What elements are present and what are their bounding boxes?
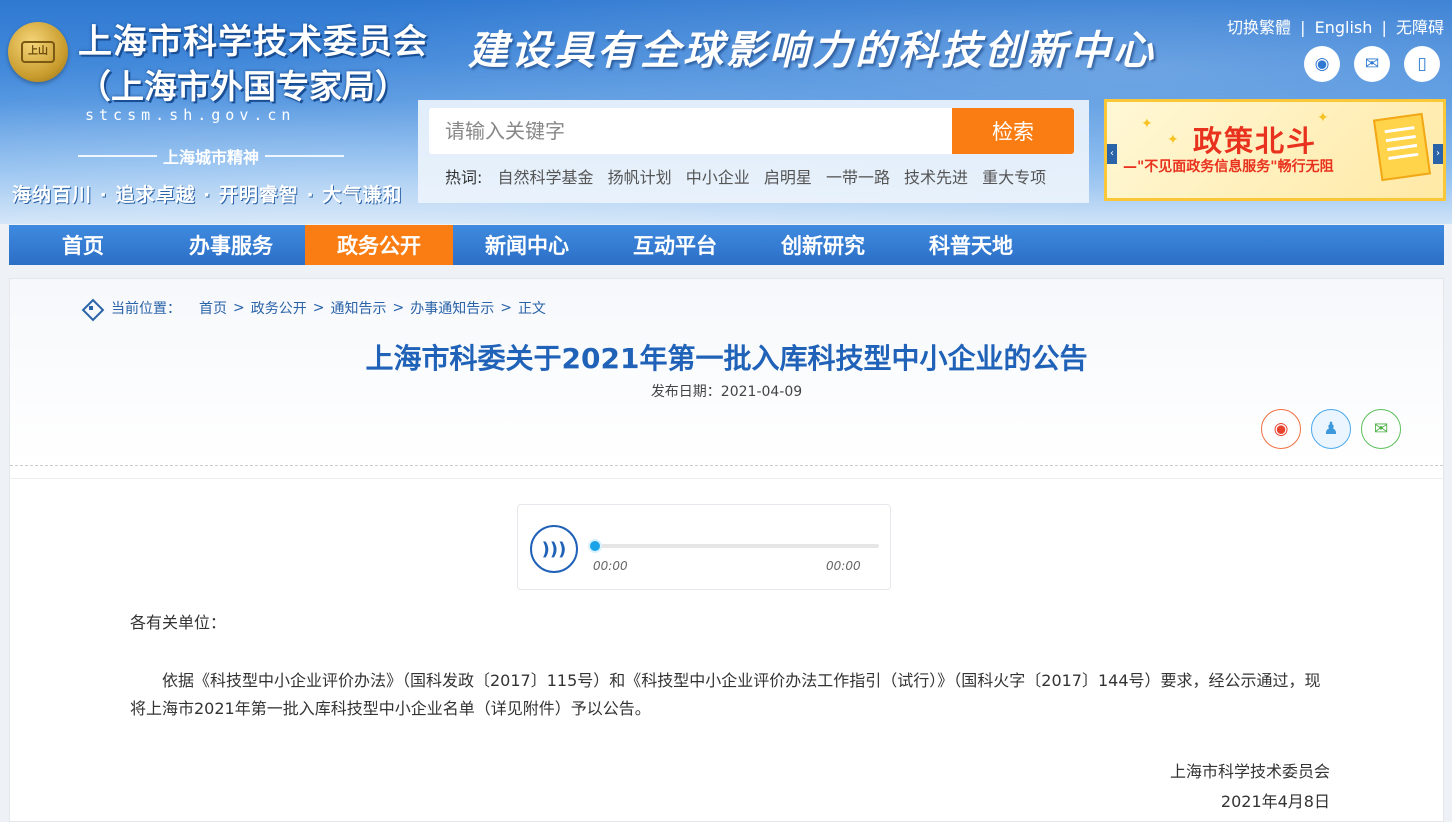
share-qq-icon[interactable]: ♟	[1311, 409, 1351, 449]
breadcrumb-separator: >	[233, 300, 245, 316]
hot-word-link[interactable]: 重大专项	[982, 168, 1046, 187]
divider-line	[78, 155, 157, 157]
separator: |	[1381, 18, 1387, 37]
breadcrumb-label: 当前位置：	[111, 301, 181, 317]
promo-title: 政策北斗	[1193, 124, 1318, 158]
share-wechat-icon[interactable]: ✉	[1361, 409, 1401, 449]
hot-word-link[interactable]: 一带一路	[826, 168, 890, 187]
hot-word-link[interactable]: 中小企业	[686, 168, 750, 187]
audio-progress-handle[interactable]	[588, 539, 602, 553]
org-title[interactable]: 上海市科学技术委员会	[78, 14, 428, 63]
breadcrumb-notices[interactable]: 通知告示	[330, 298, 386, 318]
audio-player: ))) 00:00 00:00	[517, 504, 891, 590]
breadcrumb-separator: >	[500, 300, 512, 316]
hot-word-link[interactable]: 扬帆计划	[608, 168, 672, 187]
nav-item-home[interactable]: 首页	[9, 225, 157, 265]
mobile-icon[interactable]: ▯	[1404, 46, 1440, 82]
chevron-right-icon[interactable]: ›	[1433, 144, 1443, 164]
nav-item-research[interactable]: 创新研究	[749, 225, 897, 265]
emblem-mark: 上山	[21, 41, 55, 63]
hot-word-link[interactable]: 自然科学基金	[498, 168, 594, 187]
hot-word-link[interactable]: 技术先进	[904, 168, 968, 187]
divider-line	[265, 155, 345, 157]
breadcrumb-current: 正文	[517, 301, 546, 317]
accessibility-link[interactable]: 无障碍	[1396, 18, 1444, 37]
signature-org: 上海市科学技术委员会	[1169, 762, 1330, 781]
traditional-chinese-link[interactable]: 切换繁體	[1227, 18, 1291, 37]
city-spirit-label: 上海城市精神	[163, 148, 260, 167]
article-salutation: 各有关单位：	[130, 613, 227, 632]
publish-date: 发布日期：2021-04-09	[650, 384, 803, 400]
emblem-logo[interactable]: 上山	[8, 22, 68, 82]
wechat-icon[interactable]: ✉	[1354, 46, 1390, 82]
star-icon: ✦	[1141, 116, 1153, 132]
promo-banner[interactable]: ‹ › ✦ ✦ ✦ 政策北斗 —"不见面政务信息服务"畅行无阻	[1104, 99, 1446, 201]
english-link[interactable]: English	[1315, 18, 1373, 37]
site-header: 上山 上海市科学技术委员会 （上海市外国专家局） stcsm.sh.gov.cn…	[0, 0, 1452, 224]
star-icon: ✦	[1167, 132, 1179, 148]
nav-item-interaction[interactable]: 互动平台	[601, 225, 749, 265]
breadcrumb: 当前位置： 首页 > 政务公开 > 通知告示 > 办事通知告示 > 正文	[81, 298, 546, 318]
nav-item-services[interactable]: 办事服务	[157, 225, 305, 265]
hot-words: 热词: 自然科学基金 扬帆计划 中小企业 启明星 一带一路 技术先进 重大专项	[445, 164, 1055, 188]
top-links: 切换繁體 | English | 无障碍	[1227, 14, 1444, 38]
breadcrumb-service-notices[interactable]: 办事通知告示	[410, 298, 494, 318]
share-weibo-icon[interactable]: ◉	[1261, 409, 1301, 449]
promo-subtitle: —"不见面政务信息服务"畅行无阻	[1123, 159, 1334, 175]
audio-progress-track[interactable]	[591, 544, 879, 548]
nav-item-gov-info[interactable]: 政务公开	[305, 225, 453, 265]
city-spirit-title: 上海城市精神	[78, 144, 345, 168]
divider	[10, 465, 1443, 479]
search-panel: 检索 热词: 自然科学基金 扬帆计划 中小企业 启明星 一带一路 技术先进 重大…	[418, 100, 1089, 203]
hot-word-link[interactable]: 启明星	[764, 168, 812, 187]
chevron-left-icon[interactable]: ‹	[1107, 144, 1117, 164]
org-subtitle: （上海市外国专家局）	[78, 67, 408, 106]
audio-play-icon[interactable]: )))	[530, 525, 578, 573]
weibo-icon[interactable]: ◉	[1304, 46, 1340, 82]
city-spirit-text: 海纳百川 · 追求卓越 · 开明睿智 · 大气谦和	[12, 184, 403, 206]
article-container: 当前位置： 首页 > 政务公开 > 通知告示 > 办事通知告示 > 正文 上海市…	[9, 278, 1444, 822]
domain-text: stcsm.sh.gov.cn	[85, 106, 296, 124]
breadcrumb-separator: >	[312, 300, 325, 316]
article-signature: 上海市科学技术委员会 2021年4月8日	[130, 757, 1330, 817]
search-button[interactable]: 检索	[952, 108, 1074, 154]
nav-item-news[interactable]: 新闻中心	[453, 225, 601, 265]
breadcrumb-home[interactable]: 首页	[199, 298, 227, 318]
article-paragraph: 依据《科技型中小企业评价办法》（国科发政〔2017〕115号）和《科技型中小企业…	[130, 671, 1321, 718]
separator: |	[1300, 18, 1306, 37]
signature-date: 2021年4月8日	[1220, 792, 1330, 811]
hot-words-label: 热词:	[445, 168, 483, 187]
search-input[interactable]	[429, 108, 952, 154]
breadcrumb-gov-info[interactable]: 政务公开	[251, 298, 307, 318]
nav-item-science[interactable]: 科普天地	[897, 225, 1045, 265]
document-icon	[1372, 112, 1432, 182]
slogan: 建设具有全球影响力的科技创新中心	[468, 27, 1156, 74]
article-body: 各有关单位： 依据《科技型中小企业评价办法》（国科发政〔2017〕115号）和《…	[130, 609, 1330, 723]
social-icons: ◉ ✉ ▯	[1304, 46, 1440, 82]
location-icon	[81, 298, 101, 318]
audio-current-time: 00:00	[593, 559, 628, 573]
audio-total-time: 00:00	[826, 559, 861, 573]
star-icon: ✦	[1317, 110, 1329, 126]
share-icons: ◉ ♟ ✉	[1261, 409, 1401, 449]
article-title: 上海市科委关于2021年第一批入库科技型中小企业的公告	[365, 342, 1088, 375]
main-nav: 首页 办事服务 政务公开 新闻中心 互动平台 创新研究 科普天地	[9, 225, 1444, 265]
breadcrumb-separator: >	[392, 300, 405, 316]
